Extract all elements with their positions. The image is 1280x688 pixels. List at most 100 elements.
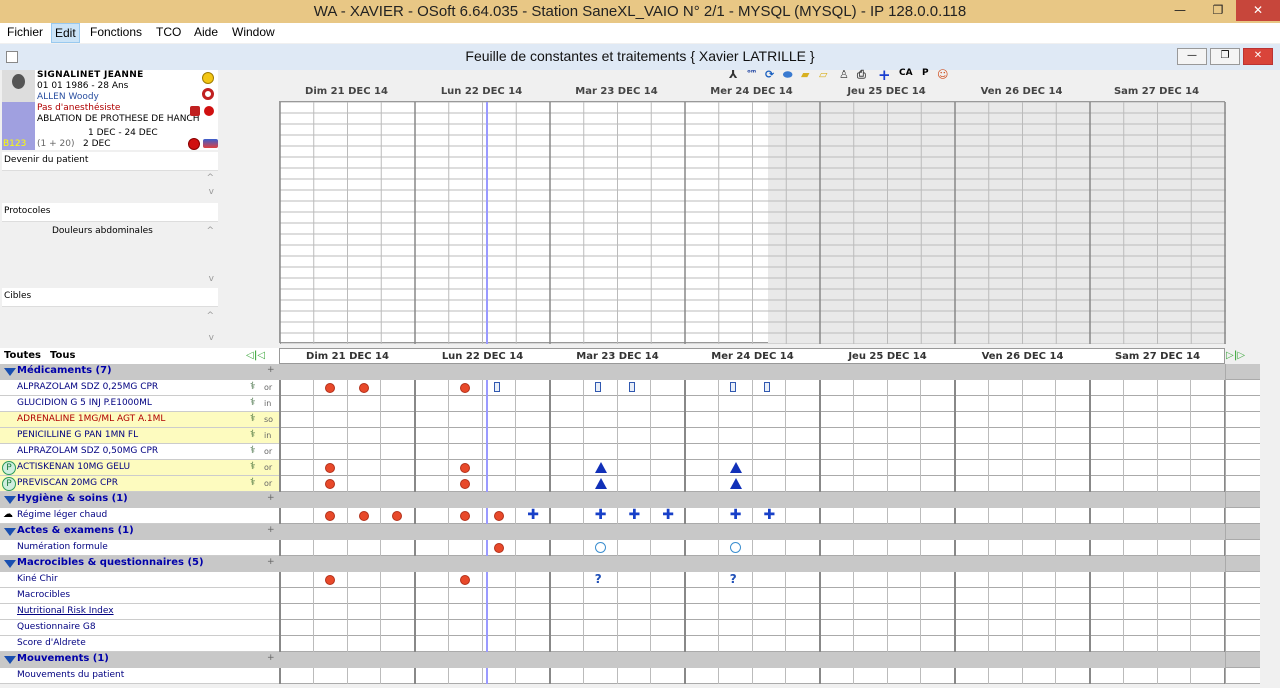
treatment-row[interactable]: ALPRAZOLAM SDZ 0,25MG CPR ⚕ or [0, 380, 1260, 396]
doc-close-button[interactable]: ✕ [1243, 48, 1273, 65]
section-row[interactable]: + Mouvements (1) [0, 652, 1260, 668]
biohazard-icon[interactable] [190, 106, 200, 116]
expand-plus-icon[interactable]: + [267, 525, 275, 535]
day-cells[interactable] [279, 396, 1226, 412]
day-cells[interactable] [279, 364, 1225, 380]
collapse-triangle-icon[interactable] [4, 656, 16, 664]
face-icon[interactable]: ☺ [937, 68, 948, 81]
menu-fichier[interactable]: Fichier [4, 25, 46, 39]
scroll-down-icon[interactable]: v [209, 333, 214, 343]
stethoscope-icon[interactable]: ⚕ [250, 429, 255, 440]
treatment-row[interactable]: Kiné Chir?? [0, 572, 1260, 588]
section-row[interactable]: + Actes & examens (1) [0, 524, 1260, 540]
menu-edit[interactable]: Edit [51, 23, 80, 43]
treatment-label[interactable]: Score d'Aldrete [17, 638, 86, 648]
infusion-icon[interactable] [493, 382, 500, 392]
section-row[interactable]: + Macrocibles & questionnaires (5) [0, 556, 1260, 572]
expand-plus-icon[interactable]: + [267, 493, 275, 503]
section-row[interactable]: + Hygiène & soins (1) [0, 492, 1260, 508]
treatment-row[interactable]: ADRENALINE 1MG/ML AGT A.1ML ⚕ so [0, 412, 1260, 428]
day-cells[interactable] [279, 380, 1226, 396]
administered-dot-icon[interactable] [392, 511, 403, 521]
a-badge-icon[interactable] [188, 138, 200, 150]
treatment-row[interactable]: P ACTISKENAN 10MG GELU ⚕ or [0, 460, 1260, 476]
administered-dot-icon[interactable] [358, 511, 369, 521]
section-row[interactable]: + Médicaments (7) [0, 364, 1260, 380]
treatment-row[interactable]: Macrocibles [0, 588, 1260, 604]
treatment-label[interactable]: Régime léger chaud [17, 510, 107, 520]
section-label[interactable]: Macrocibles & questionnaires (5) [17, 557, 204, 568]
open-folder-icon[interactable]: ▱ [819, 68, 827, 81]
devenir-body[interactable]: ^ v [2, 170, 218, 202]
care-cross-icon[interactable]: ✚ [764, 508, 776, 522]
refresh-icon[interactable]: ⟳ [765, 68, 774, 81]
menu-fonctions[interactable]: Fonctions [87, 25, 145, 39]
treatment-label[interactable]: ACTISKENAN 10MG GELU [17, 462, 130, 472]
vitals-grid[interactable] [279, 101, 1226, 345]
infusion-icon[interactable] [628, 382, 635, 392]
bed-icon[interactable] [203, 139, 218, 148]
treatment-label[interactable]: Macrocibles [17, 590, 70, 600]
day-cells[interactable] [279, 588, 1226, 604]
planned-triangle-icon[interactable] [594, 478, 607, 489]
treatment-label[interactable]: ADRENALINE 1MG/ML AGT A.1ML [17, 414, 165, 424]
day-cells[interactable] [279, 476, 1226, 492]
alert-ring-icon[interactable] [202, 88, 214, 100]
treatment-row[interactable]: Nutritional Risk Index [0, 604, 1260, 620]
print-icon[interactable]: ⎙ [857, 68, 866, 82]
question-icon[interactable]: ? [595, 572, 605, 586]
administered-dot-icon[interactable] [324, 575, 335, 585]
treatment-label[interactable]: Mouvements du patient [17, 670, 124, 680]
treatment-row[interactable]: Score d'Aldrete [0, 636, 1260, 652]
red-dot-icon[interactable] [204, 106, 214, 116]
folder-icon[interactable]: ▰ [801, 68, 809, 81]
treatment-label[interactable]: ALPRAZOLAM SDZ 0,25MG CPR [17, 382, 158, 392]
expand-plus-icon[interactable]: + [267, 557, 275, 567]
restore-button[interactable]: ❐ [1200, 0, 1236, 21]
section-label[interactable]: Actes & examens (1) [17, 525, 134, 536]
day-cells[interactable]: ?? [279, 572, 1226, 588]
care-cross-icon[interactable]: ✚ [730, 508, 742, 522]
collapse-triangle-icon[interactable] [4, 560, 16, 568]
treatment-label[interactable]: PENICILLINE G PAN 1MN FL [17, 430, 138, 440]
care-cross-icon[interactable]: ✚ [527, 508, 539, 522]
user-icon[interactable]: ♙ [839, 68, 849, 81]
administered-dot-icon[interactable] [459, 479, 470, 489]
collapse-triangle-icon[interactable] [4, 368, 16, 376]
nav-last-icon[interactable]: ▷|▷ [1226, 350, 1245, 361]
day-cells[interactable]: ✚ ✚ ✚ ✚ ✚ ✚ [279, 508, 1226, 524]
collapse-triangle-icon[interactable] [4, 528, 16, 536]
tab-toutes[interactable]: Toutes [4, 350, 41, 361]
administered-dot-icon[interactable] [493, 511, 504, 521]
balance-icon[interactable]: ᵒᵐ [747, 68, 756, 77]
timer-icon[interactable] [729, 542, 741, 553]
day-cells[interactable] [279, 620, 1226, 636]
stethoscope-icon[interactable]: ⚕ [250, 413, 255, 424]
collapse-triangle-icon[interactable] [4, 496, 16, 504]
scroll-up-icon[interactable]: ^ [206, 226, 214, 236]
treatment-row[interactable]: Mouvements du patient [0, 668, 1260, 684]
day-cells[interactable] [279, 492, 1225, 508]
planned-triangle-icon[interactable] [729, 478, 742, 489]
treatment-row[interactable]: PENICILLINE G PAN 1MN FL ⚕ in [0, 428, 1260, 444]
nav-first-icon[interactable]: ◁|◁ [246, 350, 265, 361]
day-cells[interactable] [279, 636, 1226, 652]
close-button[interactable]: ✕ [1236, 0, 1280, 21]
scroll-up-icon[interactable]: ^ [206, 173, 214, 183]
treatment-row[interactable]: ALPRAZOLAM SDZ 0,50MG CPR ⚕ or [0, 444, 1260, 460]
day-cells[interactable] [279, 412, 1226, 428]
add-icon[interactable]: + [878, 66, 891, 84]
administered-dot-icon[interactable] [324, 463, 335, 473]
administered-dot-icon[interactable] [324, 511, 335, 521]
treatment-label[interactable]: ALPRAZOLAM SDZ 0,50MG CPR [17, 446, 158, 456]
care-cross-icon[interactable]: ✚ [595, 508, 607, 522]
protocoles-body[interactable]: Douleurs abdominales ^ v [2, 221, 218, 286]
administered-dot-icon[interactable] [459, 383, 470, 393]
day-cells[interactable] [279, 668, 1226, 684]
menu-window[interactable]: Window [229, 25, 278, 39]
treatment-row[interactable]: GLUCIDION G 5 INJ P.E1000ML ⚕ in [0, 396, 1260, 412]
scroll-down-icon[interactable]: v [209, 274, 214, 284]
allergy-icon[interactable] [202, 72, 214, 84]
ca-button[interactable]: CA [899, 68, 913, 78]
scroll-down-icon[interactable]: v [209, 187, 214, 197]
